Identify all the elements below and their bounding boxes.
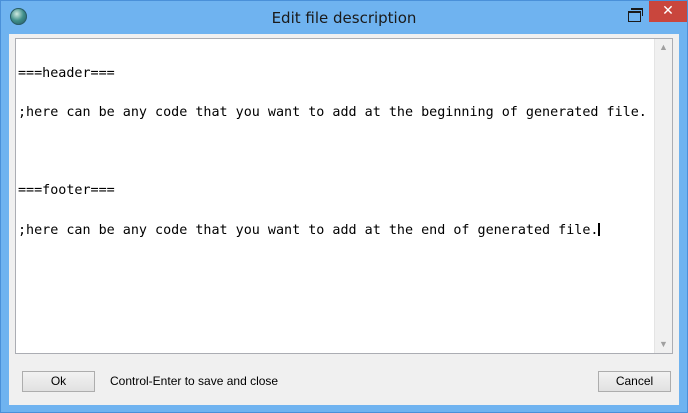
restore-icon-front (628, 11, 641, 22)
shortcut-hint: Control-Enter to save and close (110, 374, 279, 388)
text-caret (598, 223, 601, 236)
editor-line: ;here can be any code that you want to a… (18, 105, 647, 120)
editor-line: ===header=== (18, 66, 115, 81)
dialog-content: ===header=== ;here can be any code that … (9, 34, 679, 405)
window-title: Edit file description (271, 9, 417, 27)
description-editor[interactable]: ===header=== ;here can be any code that … (15, 38, 673, 354)
editor-line-with-caret: ;here can be any code that you want to a… (18, 223, 654, 237)
title-bar[interactable]: Edit file description ✕ (1, 1, 687, 34)
scroll-up-icon[interactable]: ▲ (655, 39, 672, 56)
cancel-button[interactable]: Cancel (598, 371, 671, 392)
restore-button[interactable] (621, 5, 647, 25)
scroll-down-icon[interactable]: ▼ (655, 336, 672, 353)
dialog-window: Edit file description ✕ ===header=== ;he… (0, 0, 688, 413)
editor-blank-line (18, 145, 654, 158)
editor-line: ===footer=== (18, 183, 115, 198)
ok-button[interactable]: Ok (22, 371, 95, 392)
editor-line: ;here can be any code that you want to a… (18, 223, 599, 238)
close-button[interactable]: ✕ (649, 1, 687, 22)
editor-text-area[interactable]: ===header=== ;here can be any code that … (18, 41, 654, 353)
vertical-scrollbar[interactable]: ▲ ▼ (654, 39, 672, 353)
